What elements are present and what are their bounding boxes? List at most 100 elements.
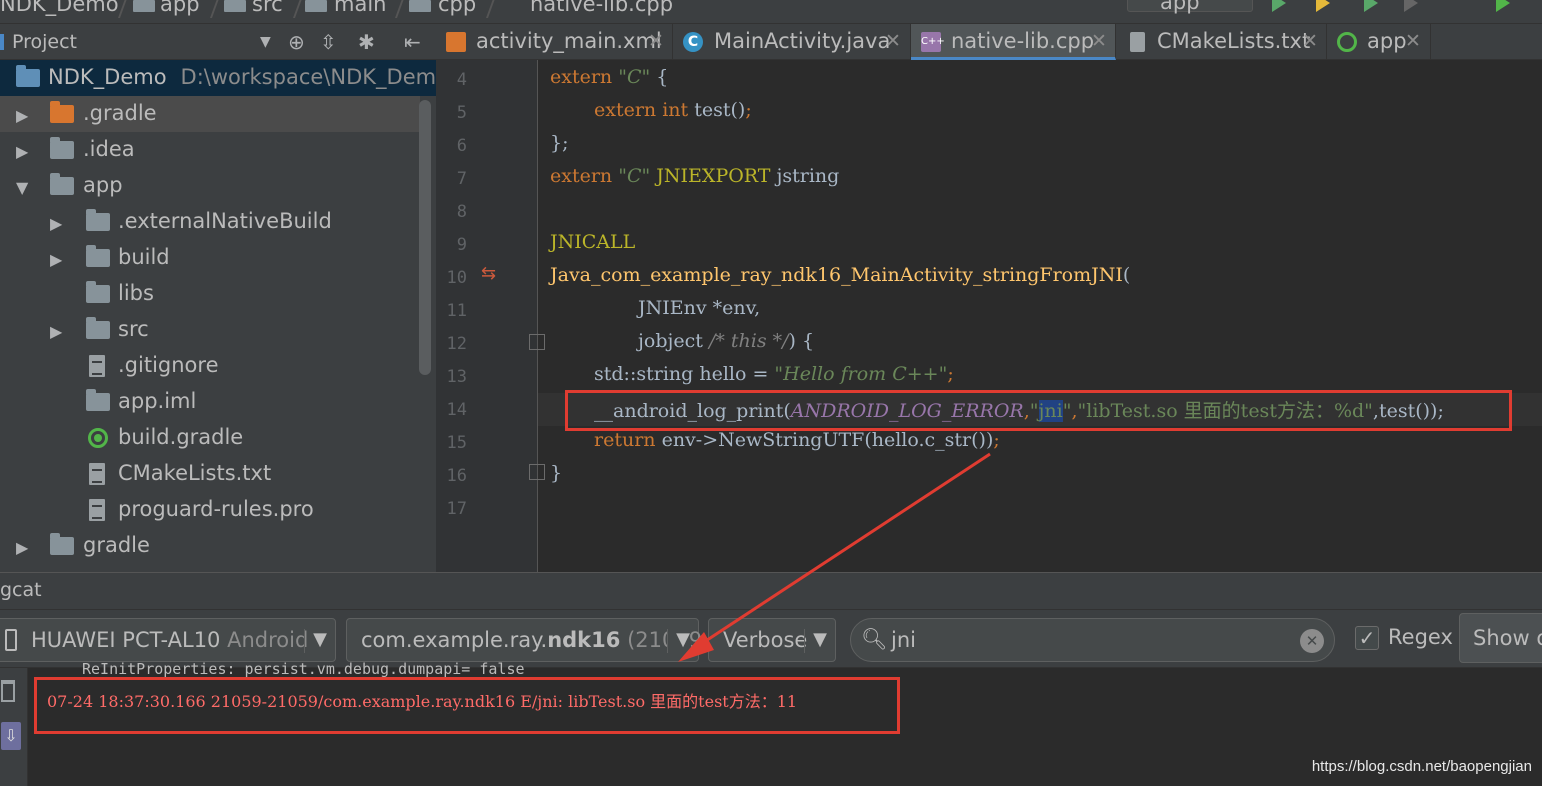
logcat-title-bar: gcat <box>0 572 1542 610</box>
run-icon[interactable] <box>1272 0 1286 12</box>
breadcrumb-cpp[interactable]: cpp <box>438 0 476 16</box>
tree-item-idea[interactable]: ▶ .idea <box>0 132 420 168</box>
folder-icon <box>86 281 110 303</box>
tree-item-proguard[interactable]: proguard-rules.pro <box>0 492 420 528</box>
tree-item-gitignore[interactable]: .gitignore <box>0 348 420 384</box>
tab-native-lib[interactable]: C++ native-lib.cpp ✕ <box>911 24 1116 60</box>
tree-item-app-iml[interactable]: app.iml <box>0 384 420 420</box>
module-file-icon <box>86 389 110 411</box>
log-level-dropdown[interactable]: Verbose ▼ <box>708 618 836 662</box>
folder-icon <box>224 0 246 12</box>
chevron-down-icon: ▼ <box>667 629 690 653</box>
tree-item-label: NDK_Demo D:\workspace\NDK_Demo <box>48 65 436 89</box>
text-file-icon <box>89 355 105 377</box>
line-number: 13 <box>446 367 467 387</box>
sync-icon[interactable] <box>1496 0 1510 12</box>
close-icon[interactable]: ✕ <box>1091 30 1107 52</box>
fold-marker-icon[interactable] <box>529 464 545 480</box>
java-class-icon: C <box>683 32 703 52</box>
trash-icon[interactable] <box>1 680 15 702</box>
project-panel-header: Project ▼ ⊕ ⇳ ✱ ⇤ <box>0 24 436 60</box>
line-number: 5 <box>456 103 467 123</box>
collapse-icon[interactable]: ⇳ <box>320 30 337 54</box>
process-dropdown[interactable]: com.example.ray.ndk16 (21059 ▼ <box>346 618 702 662</box>
tree-item-build-gradle[interactable]: build.gradle <box>0 420 420 456</box>
close-icon[interactable]: ✕ <box>1405 30 1421 52</box>
expand-arrow-icon[interactable]: ▶ <box>50 322 62 341</box>
breadcrumb-separator <box>197 0 221 18</box>
tab-cmakelists[interactable]: CMakeLists.txt ✕ <box>1116 24 1327 60</box>
jni-navigation-icon[interactable]: ⇆ <box>481 263 496 284</box>
logcat-search[interactable]: 🔍︎ jni ✕ <box>850 618 1335 662</box>
regex-checkbox[interactable]: ✓ <box>1355 626 1379 650</box>
tree-item-src[interactable]: ▶ src <box>0 312 420 348</box>
tree-item-app[interactable]: ▼ app <box>0 168 420 204</box>
module-folder-icon <box>16 65 40 87</box>
folder-icon <box>86 209 110 231</box>
tab-mainactivity[interactable]: C MainActivity.java ✕ <box>673 24 911 60</box>
debug-icon[interactable] <box>1364 0 1378 12</box>
code-line: std::string hello = "Hello from C++"; <box>594 363 954 385</box>
clear-icon[interactable]: ✕ <box>1300 629 1324 653</box>
tree-item-label: .idea <box>83 137 135 161</box>
expand-arrow-icon[interactable]: ▶ <box>50 250 62 269</box>
logcat-title: gcat <box>0 579 42 601</box>
line-number: 6 <box>456 136 467 156</box>
folder-icon <box>50 101 74 123</box>
expand-arrow-icon[interactable]: ▶ <box>16 106 28 125</box>
breadcrumb-main[interactable]: main <box>334 0 386 16</box>
apply-changes-icon[interactable] <box>1316 0 1330 12</box>
folder-icon <box>409 0 431 12</box>
scroll-to-end-icon[interactable]: ⇩ <box>1 722 21 750</box>
breadcrumb-app[interactable]: app <box>160 0 200 16</box>
code-line: extern "C" JNIEXPORT jstring <box>550 165 840 187</box>
tree-item-libs[interactable]: libs <box>0 276 420 312</box>
collapse-arrow-icon[interactable]: ▼ <box>16 178 28 197</box>
chevron-down-icon[interactable]: ▼ <box>260 34 271 50</box>
close-icon[interactable]: ✕ <box>648 30 664 52</box>
tree-item-gradle-root[interactable]: ▶ gradle <box>0 528 420 564</box>
device-dropdown[interactable]: HUAWEI PCT-AL10 Android ▼ <box>0 618 336 662</box>
expand-arrow-icon[interactable]: ▶ <box>50 214 62 233</box>
breadcrumb-src[interactable]: src <box>252 0 283 16</box>
tree-item-cmakelists[interactable]: CMakeLists.txt <box>0 456 420 492</box>
fold-marker-icon[interactable] <box>529 334 545 350</box>
tree-item-label: gradle <box>83 533 150 557</box>
profile-icon[interactable] <box>1404 0 1418 12</box>
folder-icon <box>305 0 327 12</box>
close-icon[interactable]: ✕ <box>885 30 901 52</box>
tree-item-externalnativebuild[interactable]: ▶ .externalNativeBuild <box>0 204 420 240</box>
gear-icon[interactable]: ✱ <box>358 30 375 54</box>
project-view-selector[interactable]: Project <box>0 31 77 53</box>
tree-scrollbar[interactable] <box>419 100 431 375</box>
expand-arrow-icon[interactable]: ▶ <box>16 142 28 161</box>
breadcrumb-file[interactable]: native-lib.cpp <box>530 0 673 16</box>
breadcrumb-project[interactable]: NDK_Demo <box>0 0 119 16</box>
tab-label: app <box>1367 29 1407 53</box>
line-number: 8 <box>456 202 467 222</box>
tab-app[interactable]: app ✕ <box>1327 24 1431 60</box>
tab-label: native-lib.cpp <box>951 29 1095 53</box>
tree-item-build[interactable]: ▶ build <box>0 240 420 276</box>
device-label: HUAWEI PCT-AL10 Android <box>31 628 309 652</box>
gradle-icon <box>88 428 108 448</box>
locate-icon[interactable]: ⊕ <box>288 30 305 54</box>
hide-panel-icon[interactable]: ⇤ <box>404 30 421 54</box>
line-number: 11 <box>446 301 467 321</box>
code-line: extern "C" { <box>550 66 669 88</box>
tree-item-label: .gitignore <box>118 353 219 377</box>
search-input[interactable]: jni <box>891 628 916 652</box>
text-file-icon <box>89 463 105 485</box>
tree-item-root[interactable]: NDK_Demo D:\workspace\NDK_Demo <box>0 60 436 96</box>
tab-activity-main[interactable]: activity_main.xml ✕ <box>436 24 673 60</box>
log-level-label: Verbose <box>723 628 808 652</box>
close-icon[interactable]: ✕ <box>1302 30 1318 52</box>
line-number: 15 <box>446 433 467 453</box>
show-only-selected-button[interactable]: Show o <box>1459 613 1542 663</box>
expand-arrow-icon[interactable]: ▶ <box>16 538 28 557</box>
log-highlight-box <box>34 677 900 734</box>
tree-item-gradle-dir[interactable]: ▶ .gradle <box>0 96 420 132</box>
code-highlight-box <box>565 390 1512 431</box>
run-config-label: app <box>1160 0 1200 14</box>
module-folder-icon <box>50 173 74 195</box>
